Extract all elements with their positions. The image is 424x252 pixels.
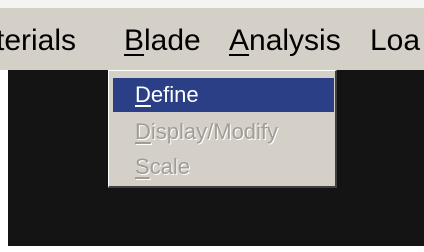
menu-blade[interactable]: Blade: [124, 21, 201, 61]
define-label: efine: [150, 82, 199, 107]
window-bottom-edge: [0, 246, 424, 252]
menu-analysis-label: nalysis: [249, 24, 341, 57]
menu-analysis-mnemonic: A: [229, 24, 250, 57]
display-modify-label: isplay/Modify: [150, 119, 279, 144]
menu-item-scale[interactable]: Scale: [113, 150, 334, 184]
menu-item-display-modify[interactable]: Display/Modify: [113, 115, 334, 149]
blade-dropdown-menu: Define Display/Modify Scale: [108, 70, 337, 188]
window-left-edge: [0, 70, 8, 252]
menu-bar: terials Blade Analysis Loa: [0, 0, 424, 70]
menu-materials[interactable]: terials: [0, 21, 76, 61]
menu-blade-label: lade: [144, 24, 201, 57]
display-modify-mnemonic: D: [135, 119, 151, 144]
menu-item-define[interactable]: Define: [113, 78, 334, 112]
menu-blade-mnemonic: B: [124, 24, 145, 57]
menu-materials-label: terials: [0, 24, 77, 57]
menu-analysis[interactable]: Analysis: [229, 21, 341, 61]
define-mnemonic: D: [135, 82, 151, 107]
scale-mnemonic: S: [135, 154, 150, 179]
scale-label: cale: [149, 154, 191, 179]
menu-loads-label: Loa: [370, 24, 421, 57]
menu-bar-top-edge: [0, 0, 424, 8]
menu-loads[interactable]: Loa: [370, 21, 420, 61]
